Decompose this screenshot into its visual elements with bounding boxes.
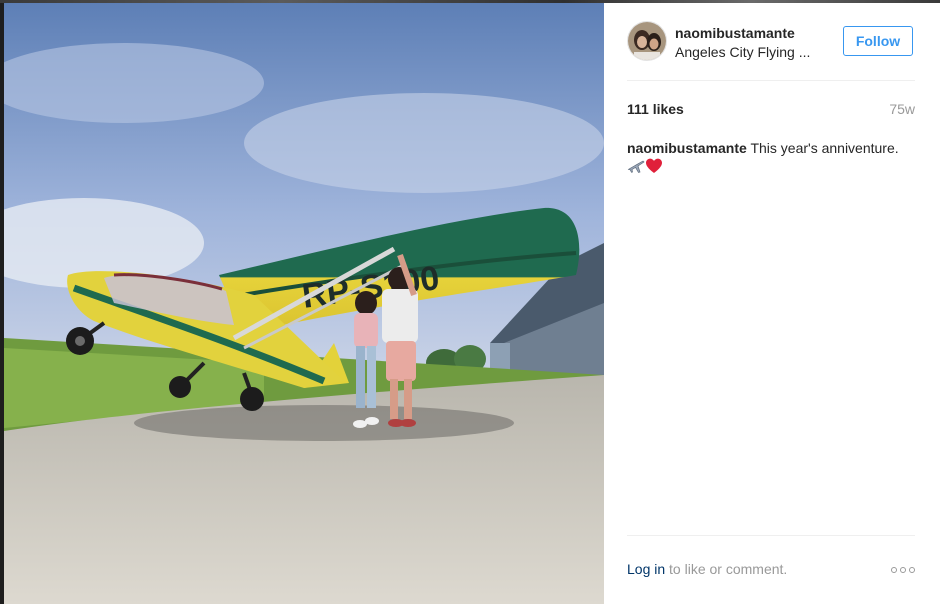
post-footer: Log in to like or comment. [627,535,915,586]
post-photo[interactable]: RP-S100 [4,3,604,604]
likes-count[interactable]: 111 likes [627,101,684,117]
location-link[interactable]: Angeles City Flying ... [675,44,825,60]
caption-text: This year's anniventure. [750,140,899,156]
login-prompt: Log in to like or comment. [627,561,787,577]
airplane-emoji-icon [627,157,645,179]
heart-emoji-icon [645,157,663,179]
username-link[interactable]: naomibustamante [675,25,795,41]
login-rest-text: to like or comment. [669,561,788,577]
login-link[interactable]: Log in [627,561,665,577]
caption: naomibustamante This year's anniventure. [627,139,917,179]
avatar[interactable] [627,21,667,61]
post-age[interactable]: 75w [889,101,915,117]
post-modal: RP-S100 naomibustamante Angeles City Fly… [0,0,940,604]
caption-username[interactable]: naomibustamante [627,140,747,156]
more-options-icon[interactable] [891,564,915,576]
follow-button[interactable]: Follow [843,26,913,56]
post-details-panel: naomibustamante Angeles City Flying ... … [604,3,940,604]
post-header: naomibustamante Angeles City Flying ... … [627,20,915,81]
airplane-photo: RP-S100 [4,3,604,604]
avatar-image [628,22,666,60]
